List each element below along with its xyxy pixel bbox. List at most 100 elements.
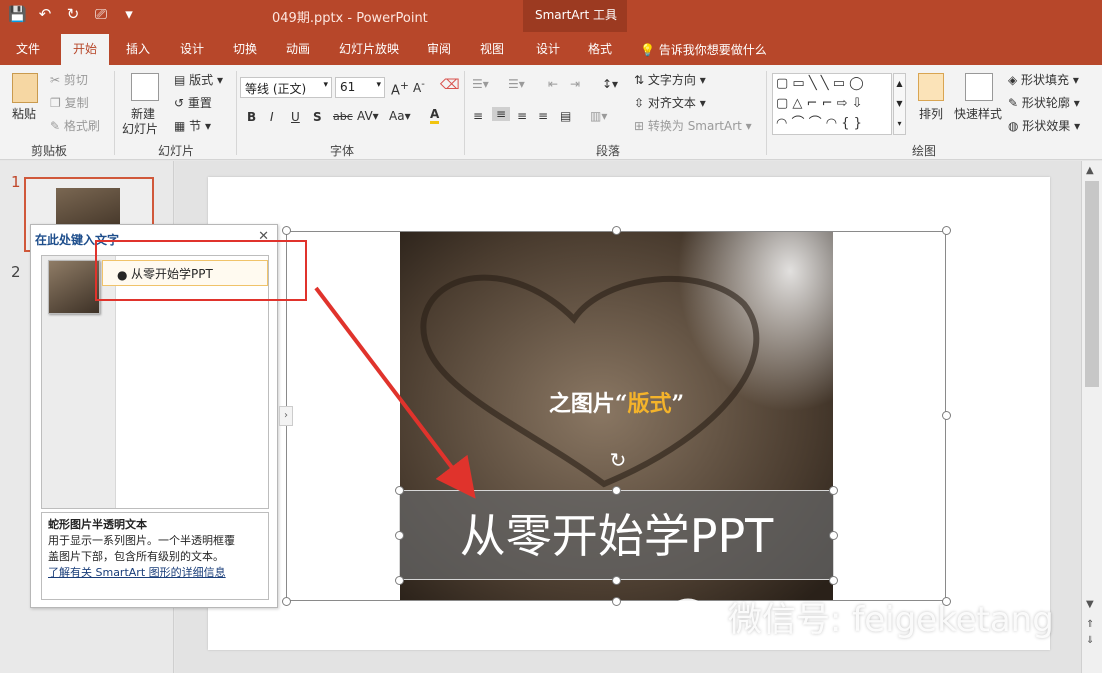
align-right-icon[interactable]: ≡ [517,109,527,123]
tab-smartart-design[interactable]: 设计 [536,40,560,57]
layout-button[interactable]: ▤ 版式 ▾ [174,71,223,88]
change-case-icon[interactable]: Aa▾ [389,109,411,123]
slide-number-1: 1 [11,173,21,191]
justify-icon[interactable]: ≡ [538,109,548,123]
align-center-icon[interactable]: ≡ [492,107,511,121]
shape-outline-button[interactable]: ✎ 形状轮廓 ▾ [1008,94,1080,111]
copy-button[interactable]: ❐ 复制 [50,94,89,111]
slides-group-label: 幻灯片 [158,144,195,158]
resize-handle[interactable] [829,486,838,495]
align-text-button[interactable]: ⇳ 对齐文本 ▾ [634,94,706,111]
shape-effects-button[interactable]: ◍ 形状效果 ▾ [1008,117,1080,134]
tab-review[interactable]: 审阅 [427,40,451,57]
convert-smartart-button[interactable]: ⊞ 转换为 SmartArt ▾ [634,117,752,134]
resize-handle[interactable] [942,411,951,420]
numbering-icon[interactable]: ☰▾ [508,77,525,91]
save-icon[interactable]: 💾 [8,5,27,23]
layout-desc-line-1: 用于显示一系列图片。一个半透明框覆 [48,534,235,547]
redo-icon[interactable]: ↻ [64,5,82,23]
columns-icon[interactable]: ▥▾ [590,109,607,123]
resize-handle[interactable] [829,576,838,585]
resize-handle[interactable] [395,486,404,495]
text-direction-button[interactable]: ⇅ 文字方向 ▾ [634,71,706,88]
line-spacing-icon[interactable]: ↕▾ [602,77,618,91]
present-icon[interactable]: ⎚ [92,5,110,23]
grow-font-icon[interactable]: A+ [391,79,409,98]
resize-handle[interactable] [282,597,291,606]
undo-icon[interactable]: ↶ [36,5,54,23]
next-slide-icon[interactable]: ⇓ [1086,635,1094,646]
picture-placeholder[interactable] [48,260,100,314]
quick-styles-icon[interactable] [965,73,993,101]
format-painter-label: 格式刷 [63,119,100,133]
shapes-gallery[interactable]: ▢ ▭ ╲ ╲ ▭ ◯ ▢ △ ⌐ ⌐ ⇨ ⇩ ◠ ⌒ ⌒ ◠ { } [772,73,892,135]
align-left-icon[interactable]: ≡ [473,109,483,123]
learn-more-link[interactable]: 了解有关 SmartArt 图形的详细信息 [48,565,262,581]
paste-icon[interactable] [12,73,38,103]
decrease-indent-icon[interactable]: ⇤ [548,77,558,91]
tab-insert[interactable]: 插入 [126,40,150,57]
reset-button[interactable]: ↺ 重置 [174,94,212,111]
cut-label: 剪切 [63,73,88,87]
tab-animations[interactable]: 动画 [286,40,310,57]
gallery-scroll[interactable]: ▲ ▼ ▾ [893,73,906,135]
cut-button[interactable]: ✂ 剪切 [50,71,88,88]
format-painter-button[interactable]: ✎ 格式刷 [50,117,100,134]
resize-handle[interactable] [942,226,951,235]
resize-handle[interactable] [612,226,621,235]
resize-handle[interactable] [612,486,621,495]
arrange-button[interactable]: 排列 [919,105,943,122]
chevron-down-icon: ▾ [323,80,328,90]
customize-qat-icon[interactable]: ▾ [120,5,138,23]
arrange-icon[interactable] [918,73,944,101]
resize-handle[interactable] [282,226,291,235]
shrink-font-icon[interactable]: A- [413,79,425,95]
strikethrough-icon[interactable]: abc [333,110,353,123]
tab-view[interactable]: 视图 [480,40,504,57]
scroll-down-icon[interactable]: ▼ [1086,599,1094,610]
quick-styles-button[interactable]: 快速样式 [954,105,1002,122]
tab-design[interactable]: 设计 [180,40,204,57]
section-button[interactable]: ▦ 节 ▾ [174,117,211,134]
tab-transitions[interactable]: 切换 [233,40,257,57]
ribbon-tabs: 文件 开始 插入 设计 切换 动画 幻灯片放映 审阅 视图 设计 格式 💡 告诉… [0,32,1102,65]
font-name-combo[interactable]: 等线 (正文) ▾ [240,77,332,98]
vertical-scrollbar[interactable]: ▲ ▼ ⇑ ⇓ [1081,161,1102,673]
smartart-tools-label: SmartArt 工具 [535,8,617,22]
resize-handle[interactable] [395,531,404,540]
tab-home[interactable]: 开始 [61,34,110,65]
shape-fill-button[interactable]: ◈ 形状填充 ▾ [1008,71,1079,88]
distributed-icon[interactable]: ▤ [560,109,571,123]
resize-handle[interactable] [612,597,621,606]
resize-handle[interactable] [829,531,838,540]
text-pane-toggle[interactable]: › [279,406,293,426]
resize-handle[interactable] [395,576,404,585]
prev-slide-icon[interactable]: ⇑ [1086,619,1094,630]
tab-slideshow[interactable]: 幻灯片放映 [339,40,399,57]
rotate-handle-icon[interactable]: ↻ [607,448,629,472]
scroll-up-icon[interactable]: ▲ [1086,165,1094,176]
font-color-icon[interactable]: A [430,107,440,124]
layout-description: 蛇形图片半透明文本 用于显示一系列图片。一个半透明框覆 盖图片下部，包含所有级别… [41,512,269,600]
new-slide-icon[interactable] [131,73,159,101]
shape-effects-label: 形状效果 [1022,119,1071,133]
font-size-combo[interactable]: 61 ▾ [335,77,385,98]
tell-me-search[interactable]: 💡 告诉我你想要做什么 [640,41,767,58]
tab-file[interactable]: 文件 [16,40,40,57]
font-name-value: 等线 (正文) [245,82,307,96]
group-divider [114,71,115,155]
paste-button[interactable]: 粘贴 [12,105,36,122]
resize-handle[interactable] [612,576,621,585]
text-shadow-icon[interactable]: S [313,110,322,124]
tab-smartart-format[interactable]: 格式 [588,40,612,57]
new-slide-label-2[interactable]: 幻灯片 [122,120,158,137]
bold-icon[interactable]: B [247,110,256,124]
text-direction-label: 文字方向 [647,73,696,87]
scroll-thumb[interactable] [1085,181,1099,387]
increase-indent-icon[interactable]: ⇥ [570,77,580,91]
char-spacing-icon[interactable]: AV▾ [357,109,379,123]
italic-icon[interactable]: I [270,110,274,124]
underline-icon[interactable]: U [291,110,300,124]
bullets-icon[interactable]: ☰▾ [472,77,489,91]
clear-formatting-icon[interactable]: ⌫ [440,77,460,93]
